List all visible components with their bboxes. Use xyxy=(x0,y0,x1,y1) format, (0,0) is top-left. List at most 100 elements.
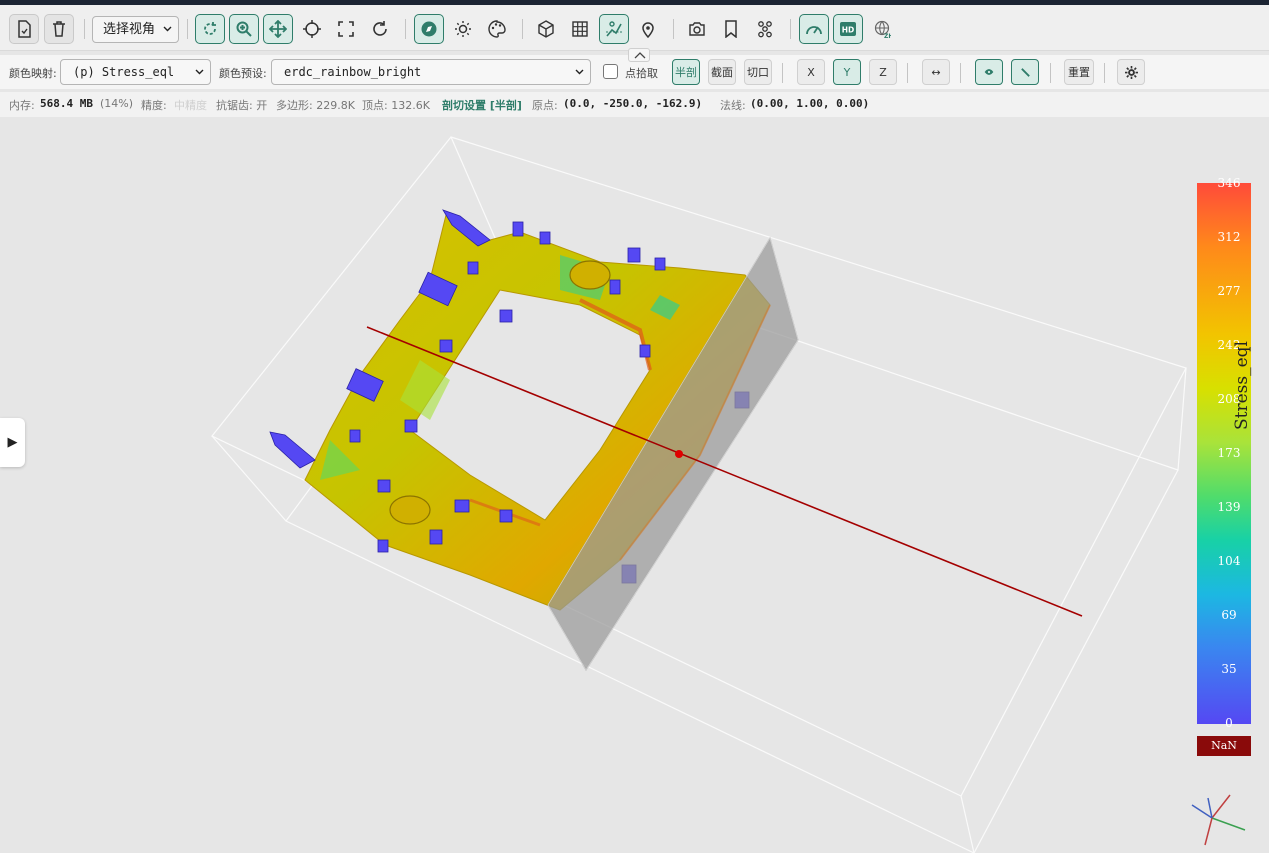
compass-icon xyxy=(421,21,437,37)
svg-text:ZH: ZH xyxy=(884,33,891,38)
toolbar-separator xyxy=(907,63,908,83)
memory-label: 内存: xyxy=(9,99,35,112)
axis-y-button[interactable]: Y xyxy=(833,59,861,85)
toolbar-separator xyxy=(522,19,523,39)
colormap-select[interactable]: (p) Stress_eql xyxy=(60,59,211,85)
fit-button[interactable] xyxy=(331,14,361,44)
zoom-button[interactable] xyxy=(229,14,259,44)
axis-z-button[interactable]: Z xyxy=(869,59,897,85)
axis-x-button[interactable]: X xyxy=(797,59,825,85)
bookmark-button[interactable] xyxy=(716,14,746,44)
camera-icon xyxy=(689,22,705,36)
performance-button[interactable] xyxy=(799,14,829,44)
normal-value: (0.00, 1.00, 0.00) xyxy=(750,97,870,110)
main-toolbar: 选择视角 HD ZH xyxy=(0,5,1269,51)
rotate-icon xyxy=(204,22,216,35)
polygon-count: 多边形: 229.8K xyxy=(276,99,355,112)
status-bar: 内存: 568.4 MB (14%) 精度: 中精度 抗锯齿: 开 多边形: 2… xyxy=(0,92,1269,117)
pan-icon xyxy=(269,20,287,38)
chevron-down-icon xyxy=(163,26,172,32)
trash-icon xyxy=(53,21,65,37)
colorbar-tick: 173 xyxy=(1217,446,1241,460)
eye-icon xyxy=(984,69,994,75)
memory-value: 568.4 MB xyxy=(40,97,93,110)
import-button[interactable] xyxy=(9,14,39,44)
palette-button[interactable] xyxy=(482,14,512,44)
precision-value: 中精度 xyxy=(174,99,207,112)
measure-button[interactable] xyxy=(599,14,629,44)
preset-select-value: erdc_rainbow_bright xyxy=(284,65,422,79)
colorbar-title: Stress_eql xyxy=(1232,341,1252,430)
compass-button[interactable] xyxy=(414,14,444,44)
cube-icon xyxy=(538,20,554,38)
toolbar-separator xyxy=(673,19,674,39)
toolbar-separator xyxy=(1050,63,1051,83)
screenshot-button[interactable] xyxy=(682,14,712,44)
center-button[interactable] xyxy=(297,14,327,44)
target-icon xyxy=(303,20,321,38)
chevron-down-icon xyxy=(575,69,584,75)
colorbar-tick: 139 xyxy=(1217,500,1241,514)
half-cut-button[interactable]: 半剖 xyxy=(672,59,700,85)
chevron-up-icon xyxy=(634,52,646,59)
vertex-count: 顶点: 132.6K xyxy=(362,99,430,112)
cut-mouth-button[interactable]: 切口 xyxy=(744,59,772,85)
hd-button[interactable]: HD xyxy=(833,14,863,44)
grid-icon xyxy=(572,21,588,37)
nan-swatch: NaN xyxy=(1197,736,1251,756)
delete-button[interactable] xyxy=(44,14,74,44)
model-scene xyxy=(211,136,1246,853)
bookmark-icon xyxy=(725,20,737,38)
refresh-icon xyxy=(373,21,387,36)
flip-button[interactable]: ↔ xyxy=(922,59,950,85)
side-panel-toggle[interactable]: ▶ xyxy=(0,418,25,467)
colorbar-tick: 312 xyxy=(1217,230,1241,244)
measure-icon xyxy=(606,21,622,37)
toolbar-separator xyxy=(1104,63,1105,83)
settings-button[interactable] xyxy=(1117,59,1145,85)
chevron-down-icon xyxy=(195,69,204,75)
view-select[interactable]: 选择视角 xyxy=(92,16,179,43)
colorbar-tick: 35 xyxy=(1221,662,1237,676)
colorbar-tick: 0 xyxy=(1225,716,1233,730)
import-icon xyxy=(18,20,31,38)
network-button[interactable] xyxy=(750,14,780,44)
colorbar-tick: 346 xyxy=(1217,176,1241,190)
zoom-icon xyxy=(236,21,252,37)
play-icon: ▶ xyxy=(7,435,18,450)
colormap-select-value: (p) Stress_eql xyxy=(73,65,175,79)
view-select-value: 选择视角 xyxy=(103,22,156,37)
refresh-button[interactable] xyxy=(365,14,395,44)
preset-select[interactable]: erdc_rainbow_bright xyxy=(271,59,591,85)
cube-button[interactable] xyxy=(531,14,561,44)
pan-button[interactable] xyxy=(263,14,293,44)
colorbar-tick: 277 xyxy=(1217,284,1241,298)
svg-text:HD: HD xyxy=(842,26,855,35)
visibility-button[interactable] xyxy=(975,59,1003,85)
rotate-button[interactable] xyxy=(195,14,225,44)
colormap-label: 颜色映射: xyxy=(9,67,57,80)
reset-button[interactable]: 重置 xyxy=(1064,59,1094,85)
light-button[interactable] xyxy=(448,14,478,44)
language-icon: ZH xyxy=(874,20,891,38)
palette-icon xyxy=(488,20,506,38)
pick-label: 点拾取 xyxy=(625,67,658,80)
colorbar-tick: 69 xyxy=(1221,608,1237,622)
pick-checkbox[interactable] xyxy=(603,64,618,79)
toolbar-separator xyxy=(790,19,791,39)
hd-icon: HD xyxy=(840,22,856,36)
colorbar-tick: 104 xyxy=(1217,554,1241,568)
performance-icon xyxy=(806,26,822,35)
3d-viewport[interactable]: ▶ xyxy=(0,117,1269,853)
gear-icon xyxy=(1124,65,1138,79)
edge-button[interactable] xyxy=(1011,59,1039,85)
language-button[interactable]: ZH xyxy=(867,14,897,44)
pin-button[interactable] xyxy=(633,14,663,44)
grid-button[interactable] xyxy=(565,14,595,44)
axis-triad-icon xyxy=(1191,794,1246,846)
collapse-toolbar-button[interactable] xyxy=(628,48,650,62)
preset-label: 颜色预设: xyxy=(219,67,267,80)
section-button[interactable]: 截面 xyxy=(708,59,736,85)
toolbar-separator xyxy=(405,19,406,39)
toolbar-separator xyxy=(960,63,961,83)
